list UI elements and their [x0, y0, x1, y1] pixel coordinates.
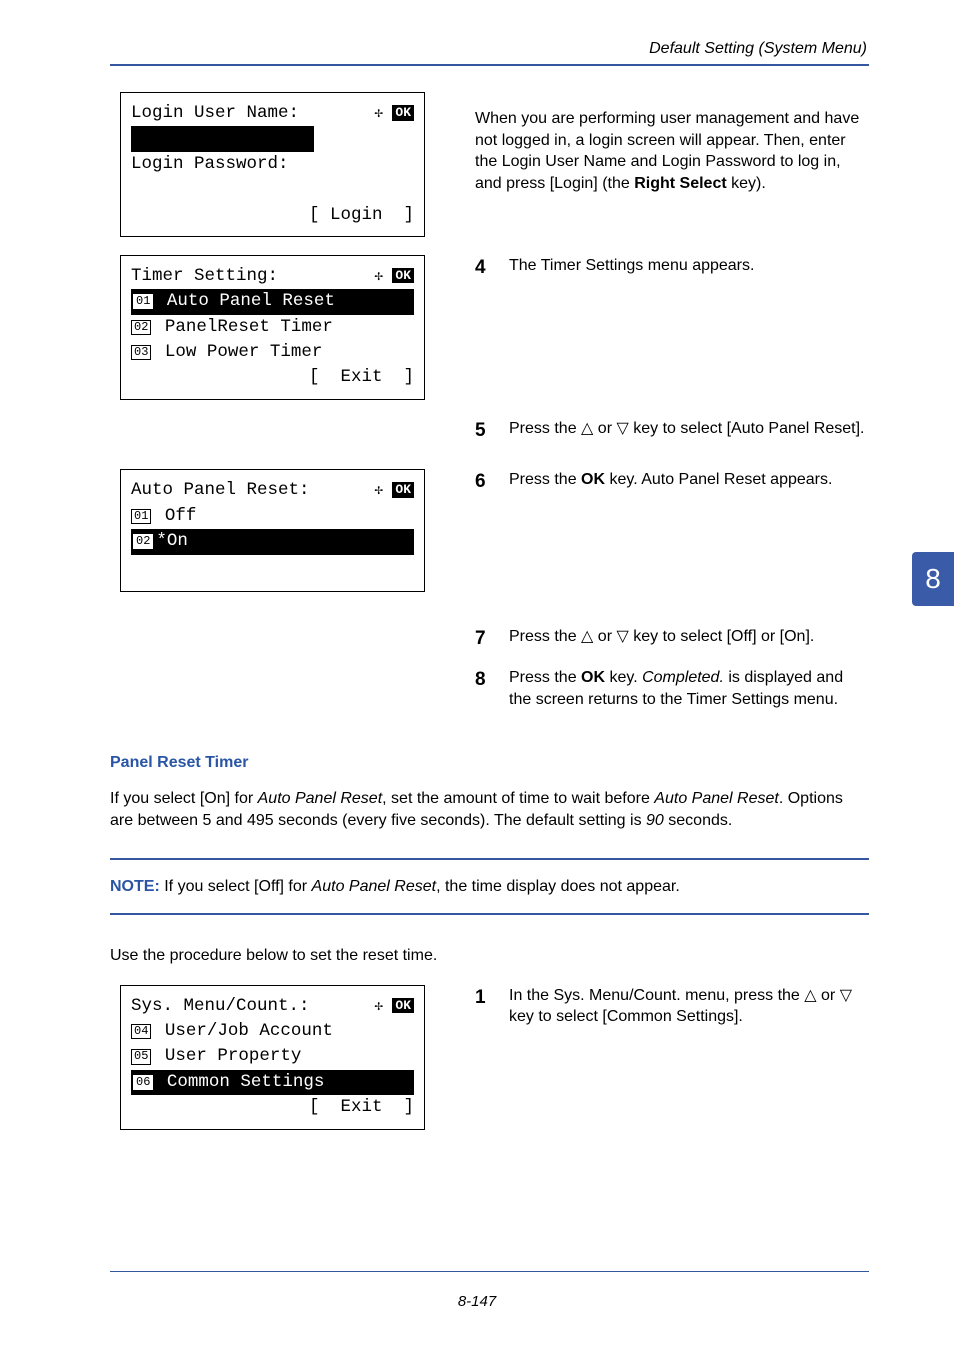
up-triangle-icon: △ — [581, 420, 593, 437]
chapter-tab: 8 — [912, 552, 954, 606]
step-number: 4 — [475, 255, 491, 281]
step-number: 8 — [475, 667, 491, 710]
step-number: 6 — [475, 469, 491, 495]
step-number: 7 — [475, 626, 491, 652]
up-triangle-icon: △ — [581, 628, 593, 645]
step-text: In the Sys. Menu/Count. menu, press the … — [509, 985, 869, 1028]
lcd-login: Login User Name: ✢ OK Login Password: [ … — [120, 92, 425, 237]
lcd-selected-item: 01 Auto Panel Reset — [131, 289, 414, 314]
rule-top — [110, 64, 869, 66]
lcd-softkey: [ Exit ] — [309, 1095, 414, 1120]
note-rule-bottom — [110, 913, 869, 915]
lcd-timer-setting: Timer Setting: ✢ OK 01 Auto Panel Reset … — [120, 255, 425, 400]
lcd-ok-indicator: ✢ OK — [374, 264, 414, 289]
lcd-input-highlight — [131, 126, 314, 151]
lcd-softkey: [ Exit ] — [309, 365, 414, 390]
note-paragraph: NOTE: If you select [Off] for Auto Panel… — [110, 876, 869, 898]
down-triangle-icon: ▽ — [616, 628, 628, 645]
down-triangle-icon: ▽ — [840, 987, 852, 1004]
lcd-title: Auto Panel Reset: — [131, 478, 310, 503]
running-header: Default Setting (System Menu) — [110, 40, 869, 58]
step-text: The Timer Settings menu appears. — [509, 255, 869, 281]
up-triangle-icon: △ — [804, 987, 816, 1004]
lcd-item: 02 PanelReset Timer — [131, 315, 414, 340]
lcd-sys-menu: Sys. Menu/Count.: ✢ OK 04 User/Job Accou… — [120, 985, 425, 1130]
note-label: NOTE: — [110, 878, 160, 895]
step-text: Press the △ or ▽ key to select [Off] or … — [509, 626, 869, 652]
lcd-item: 04 User/Job Account — [131, 1019, 414, 1044]
lcd-item: 03 Low Power Timer — [131, 340, 414, 365]
step-text: Press the △ or ▽ key to select [Auto Pan… — [509, 418, 869, 444]
lcd-auto-panel-reset: Auto Panel Reset: ✢ OK 01 Off 02*On — [120, 469, 425, 591]
lcd-ok-indicator: ✢ OK — [374, 478, 414, 503]
paragraph: When you are performing user management … — [475, 108, 869, 194]
lcd-ok-indicator: ✢ OK — [374, 994, 414, 1019]
lcd-title: Sys. Menu/Count.: — [131, 994, 310, 1019]
note-rule-top — [110, 858, 869, 860]
lcd-text: Login User Name: — [131, 101, 299, 126]
lcd-ok-indicator: ✢ OK — [374, 101, 414, 126]
page-number: 8-147 — [0, 1293, 954, 1310]
step-text: Press the OK key. Completed. is displaye… — [509, 667, 869, 710]
section-heading: Panel Reset Timer — [110, 754, 869, 772]
lcd-text: Login Password: — [131, 152, 414, 177]
step-text: Press the OK key. Auto Panel Reset appea… — [509, 469, 869, 495]
lcd-title: Timer Setting: — [131, 264, 278, 289]
lcd-item: 05 User Property — [131, 1044, 414, 1069]
lcd-selected-item: 02*On — [131, 529, 414, 554]
step-number: 1 — [475, 985, 491, 1028]
step-number: 5 — [475, 418, 491, 444]
lcd-softkey: [ Login ] — [309, 203, 414, 228]
paragraph: Use the procedure below to set the reset… — [110, 945, 869, 967]
lcd-item: 01 Off — [131, 504, 414, 529]
down-triangle-icon: ▽ — [616, 420, 628, 437]
footer-rule — [110, 1271, 869, 1272]
lcd-selected-item: 06 Common Settings — [131, 1070, 414, 1095]
paragraph: If you select [On] for Auto Panel Reset,… — [110, 788, 869, 831]
